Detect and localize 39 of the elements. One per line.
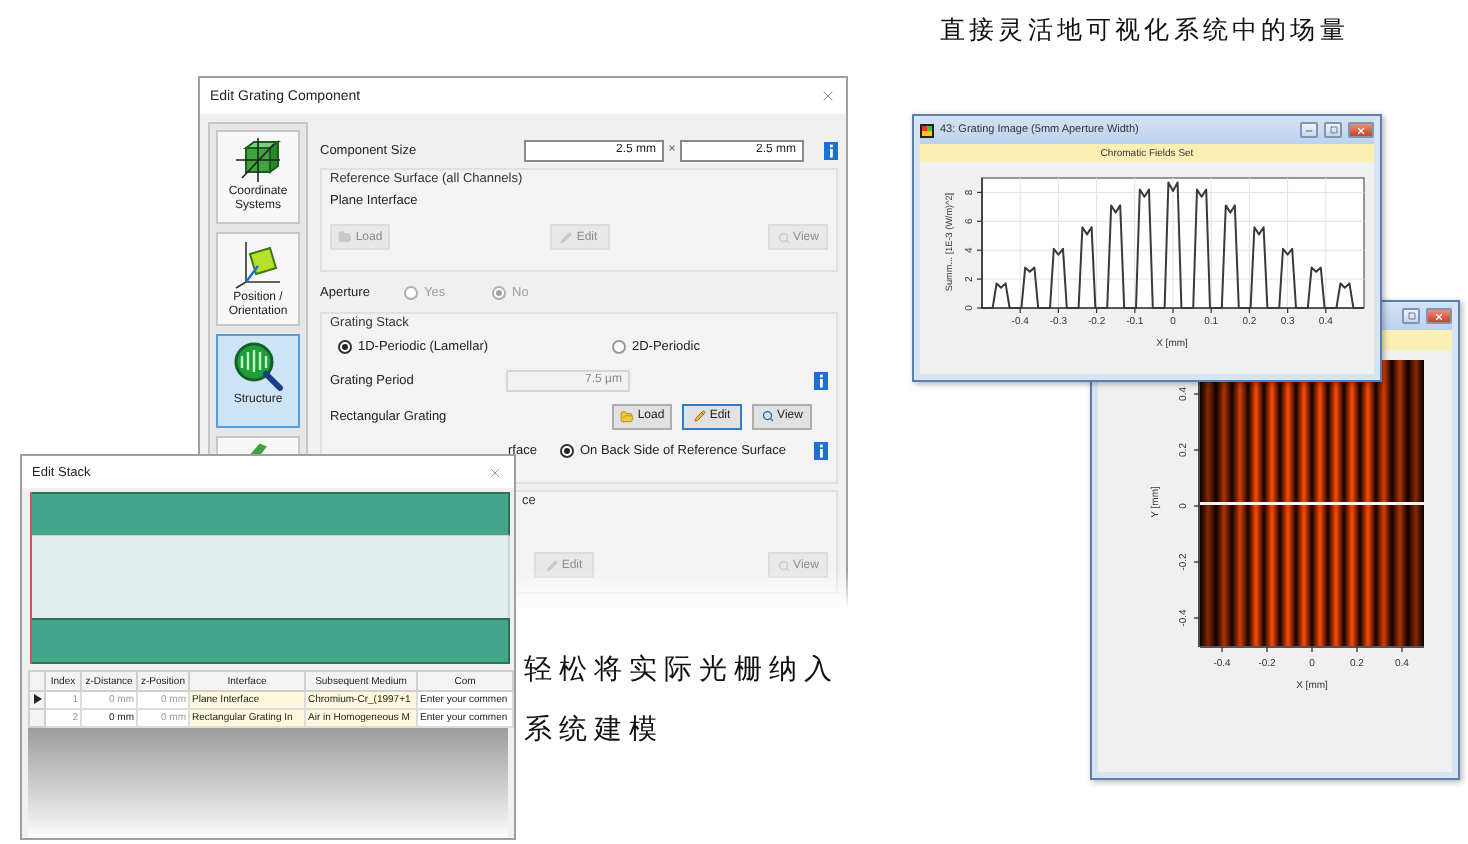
info-icon[interactable]	[814, 441, 828, 459]
search-icon	[777, 231, 790, 243]
pencil-icon	[560, 231, 573, 243]
maximize-icon	[1329, 126, 1337, 134]
radio-button[interactable]	[612, 339, 626, 353]
close-button[interactable]	[818, 87, 836, 105]
minimize-button[interactable]	[1300, 122, 1318, 138]
close-icon	[1356, 125, 1366, 135]
info-icon[interactable]	[814, 371, 828, 389]
maximize-icon	[1407, 312, 1415, 320]
caption-text: 轻松将实际光栅纳入	[524, 656, 839, 687]
maximize-button[interactable]	[1324, 122, 1342, 138]
radio-button[interactable]	[560, 443, 574, 457]
minimize-icon	[1304, 125, 1314, 135]
tilted-plane-icon	[234, 238, 282, 290]
maximize-button[interactable]	[1402, 308, 1420, 324]
sidebar-item[interactable]	[216, 436, 300, 456]
radio-button[interactable]	[338, 339, 352, 353]
close-button[interactable]	[486, 463, 504, 481]
cube-axes-icon	[234, 136, 282, 184]
folder-icon	[619, 409, 634, 423]
row-pointer-icon	[33, 693, 41, 703]
header-corner	[29, 671, 45, 691]
caption-text: 系统建模	[524, 716, 664, 747]
search-icon	[777, 559, 790, 571]
pencil-icon	[693, 410, 706, 422]
caption-text: 直接灵活地可视化系统中的场量	[940, 16, 1349, 44]
close-icon	[488, 465, 502, 479]
folder-icon	[337, 230, 352, 244]
info-icon[interactable]	[824, 141, 838, 159]
close-button[interactable]	[1348, 122, 1374, 138]
search-icon	[761, 410, 774, 422]
close-icon	[1434, 311, 1444, 321]
y-axis	[976, 177, 983, 309]
close-button[interactable]	[1426, 308, 1452, 324]
magnifier-icon	[232, 340, 284, 392]
pencil-icon	[545, 559, 558, 571]
close-icon	[819, 88, 835, 104]
window-icon	[920, 123, 934, 137]
